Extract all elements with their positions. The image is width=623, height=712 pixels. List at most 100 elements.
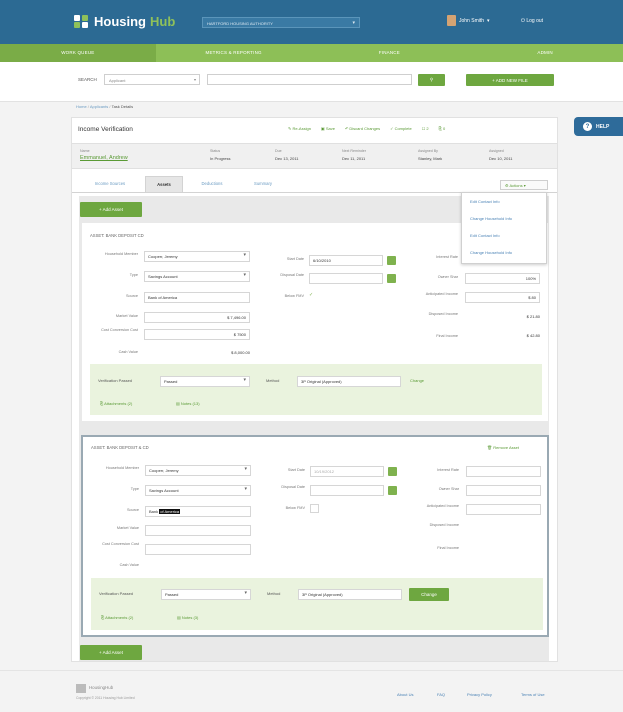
logout-link[interactable]: ⏻ Log out <box>521 18 543 24</box>
start-date-input[interactable]: 10/19/2012 <box>310 466 384 477</box>
reassign-button[interactable]: ✎ Re-Assign <box>288 126 311 131</box>
chevron-down-icon: ▾ <box>243 252 246 258</box>
below-fmv-checkbox[interactable] <box>310 504 319 513</box>
tab-summary[interactable]: Summary <box>240 176 286 192</box>
menu-item-change-household[interactable]: Change Household Info <box>462 210 546 227</box>
attachments-label: Attachments (2) <box>104 401 133 406</box>
source-input[interactable]: Bank of America <box>145 506 251 517</box>
calendar-icon[interactable] <box>388 467 397 476</box>
type-select[interactable]: Savings Account ▾ <box>145 485 251 496</box>
interest-rate-input[interactable] <box>466 466 541 477</box>
footer-copyright: Copyright © 2011 Housing Hub Limited <box>76 696 135 700</box>
add-asset-button[interactable]: + Add Asset <box>80 202 142 217</box>
type-label: Type <box>130 487 139 491</box>
cost-input[interactable]: $ 7500 <box>144 329 250 340</box>
next-reminder-value: Dec 11, 2011 <box>342 156 366 161</box>
cost-input[interactable] <box>145 544 251 555</box>
complete-button[interactable]: ✓ Complete <box>390 126 412 131</box>
anticipated-income-input[interactable]: $ 80 <box>465 292 540 303</box>
search-button[interactable]: ⚲ <box>418 74 445 86</box>
notes-link[interactable]: ▤ Notes (13) <box>176 401 200 406</box>
menu-item-change-household-2[interactable]: Change Household Info <box>462 244 546 261</box>
tab-income-sources[interactable]: Income Sources <box>80 176 140 192</box>
source-label: Source <box>126 508 139 512</box>
attachments-label: Attachments (2) <box>105 615 134 620</box>
household-member-label: Household Member <box>104 252 138 256</box>
attachments-link[interactable]: ⎘ Attachments (2) <box>100 401 132 406</box>
breadcrumb-applicants[interactable]: Applicants <box>90 104 108 109</box>
verification-select[interactable]: Passed ▾ <box>160 376 250 387</box>
change-link[interactable]: Change <box>410 378 424 383</box>
below-fmv-checkbox[interactable]: ✓ <box>309 292 313 298</box>
chevron-down-icon: ▾ <box>244 466 247 472</box>
nav-work-queue[interactable]: WORK QUEUE <box>0 44 156 62</box>
menu-item-edit-contact[interactable]: Edit Contact Info <box>462 193 546 210</box>
due-label: Due <box>275 149 282 153</box>
market-value-input[interactable] <box>145 525 251 536</box>
calendar-icon[interactable] <box>387 256 396 265</box>
household-member-select[interactable]: Cooperr, Jeremy ▾ <box>145 465 251 476</box>
footer-link-about[interactable]: About Us <box>397 692 413 697</box>
market-value-input[interactable]: $ 7,496.00 <box>144 312 250 323</box>
nav-metrics[interactable]: METRICS & REPORTING <box>156 44 312 62</box>
footer-link-privacy[interactable]: Privacy Policy <box>467 692 492 697</box>
authority-select[interactable]: HARTFORD HOUSING AUTHORITY ▾ <box>202 17 360 28</box>
chevron-down-icon: ▾ <box>352 20 355 26</box>
method-input[interactable]: 3P Original (Approved) <box>298 589 402 600</box>
asset-title: ASSET: BANK DEPOSIT & CD <box>91 445 149 450</box>
notes-link[interactable]: ▤ Notes (3) <box>177 615 198 620</box>
final-income-label: Final Income <box>436 334 458 338</box>
start-date-input[interactable]: 6/10/2010 <box>309 255 383 266</box>
footer-link-faq[interactable]: FAQ <box>437 692 445 697</box>
menu-item-edit-contact-2[interactable]: Edit Contact Info <box>462 227 546 244</box>
save-button[interactable]: ▣ Save <box>321 126 335 131</box>
user-menu[interactable]: John Smith ▾ <box>447 15 490 26</box>
asset-section-2: ASSET: BANK DEPOSIT & CD 🗑 Remove Asset … <box>81 435 549 637</box>
breadcrumb-home[interactable]: Home <box>76 104 87 109</box>
chevron-down-icon: ▾ <box>244 590 247 596</box>
attachments-link[interactable]: ⎘ Attachments (2) <box>101 615 133 620</box>
calendar-icon[interactable] <box>388 486 397 495</box>
tab-deductions[interactable]: Deductions <box>188 176 236 192</box>
housinghub-logo[interactable]: Housing Hub <box>74 14 175 29</box>
save-label: Save <box>325 126 335 131</box>
cash-value-label: Cash Value <box>118 350 138 354</box>
authority-name: HARTFORD HOUSING AUTHORITY <box>207 21 273 26</box>
disposal-date-input[interactable] <box>310 485 384 496</box>
chevron-down-icon: ▾ <box>193 77 196 82</box>
household-member-select[interactable]: Cooperr, Jeremy ▾ <box>144 251 250 262</box>
applicant-name-link[interactable]: Emmanuel, Andrew <box>80 155 128 161</box>
anticipated-income-input[interactable] <box>466 504 541 515</box>
household-member-value: Cooperr, Jeremy <box>149 468 179 473</box>
comments-count[interactable]: ☐ 2 <box>422 126 429 131</box>
source-input[interactable]: Bank of America <box>144 292 250 303</box>
source-selected-text: of America <box>159 509 181 514</box>
discard-changes-button[interactable]: ↶ Discard Changes <box>345 126 380 131</box>
disposed-income-value: $ 21.80 <box>526 314 540 319</box>
owner-share-input[interactable]: 100% <box>465 273 540 284</box>
change-button[interactable]: Change <box>409 588 449 601</box>
footer-link-terms[interactable]: Terms of Use <box>521 692 545 697</box>
add-asset-button-bottom[interactable]: + Add Asset <box>80 645 142 660</box>
remove-asset-link[interactable]: 🗑 Remove Asset <box>487 445 519 450</box>
main-nav: WORK QUEUE METRICS & REPORTING FINANCE A… <box>0 44 623 62</box>
type-select[interactable]: Savings Account ▾ <box>144 271 250 282</box>
verification-select[interactable]: Passed ▾ <box>161 589 251 600</box>
tab-assets[interactable]: Assets <box>145 176 183 192</box>
owner-share-input[interactable] <box>466 485 541 496</box>
breadcrumb-current: Task Details <box>111 104 134 109</box>
start-date-label: Start Date <box>286 257 304 261</box>
add-new-file-button[interactable]: + ADD NEW FILE <box>466 74 554 86</box>
nav-finance[interactable]: FINANCE <box>312 44 468 62</box>
search-input[interactable] <box>207 74 412 85</box>
calendar-icon[interactable] <box>387 274 396 283</box>
search-type-select[interactable]: Applicant ▾ <box>104 74 200 85</box>
disposal-date-input[interactable] <box>309 273 383 284</box>
help-tab[interactable]: ? HELP <box>574 117 623 136</box>
method-input[interactable]: 3P Original (Approved) <box>297 376 401 387</box>
search-type-value: Applicant <box>109 78 126 83</box>
actions-menu-button[interactable]: ⚙ Actions ▾ <box>500 180 548 190</box>
attachments-count[interactable]: ⎘ 0 <box>439 126 446 131</box>
nav-admin[interactable]: ADMIN <box>467 44 623 62</box>
logo-text-housing: Housing <box>94 14 146 29</box>
